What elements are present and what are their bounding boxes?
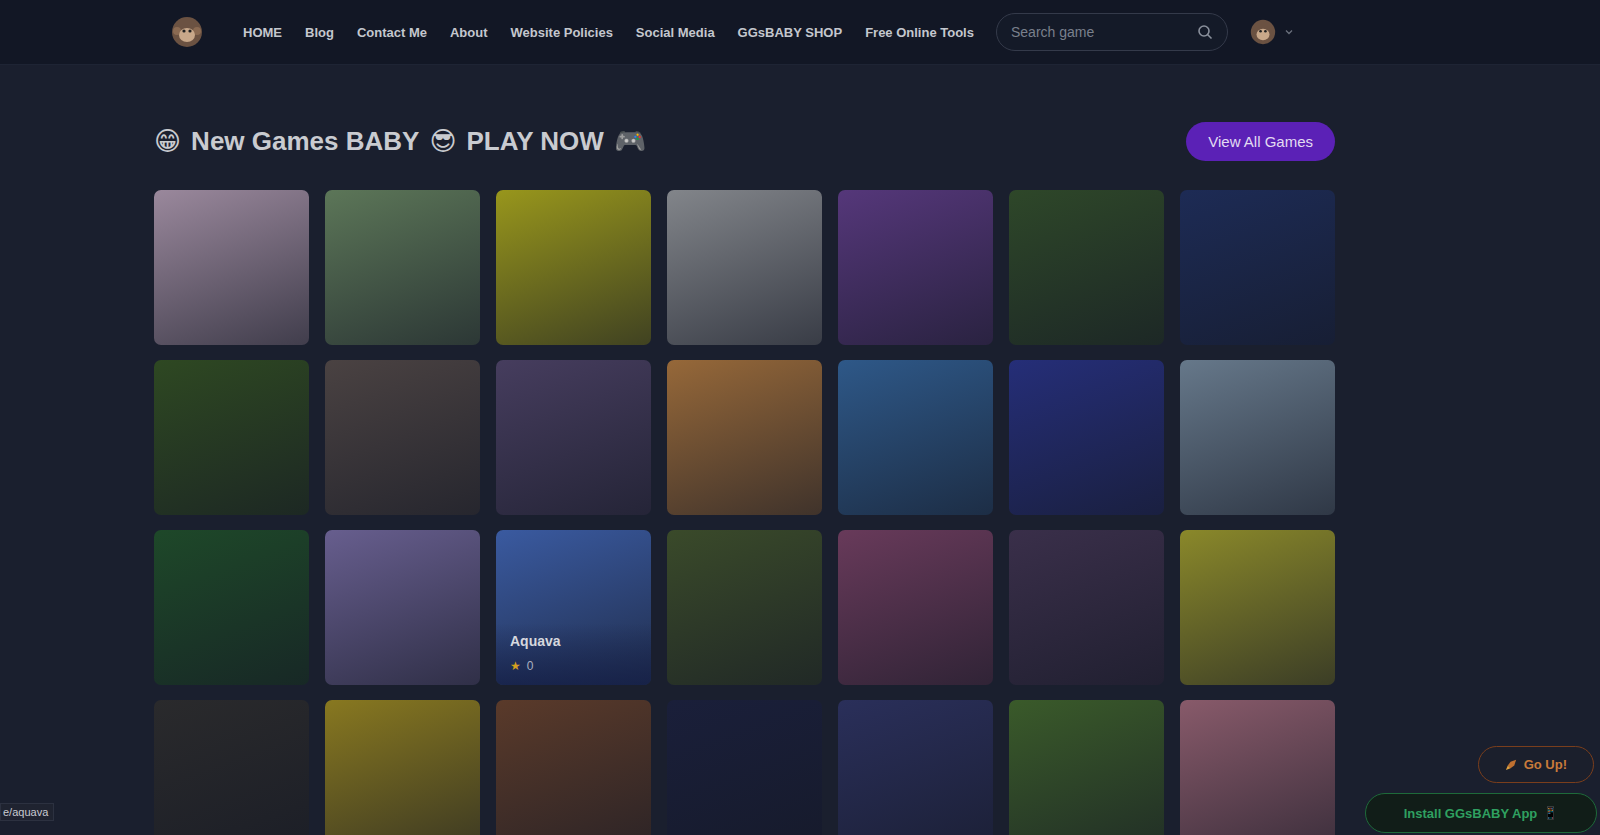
games-grid: Aquava ★0 — [154, 190, 1600, 835]
nav-item[interactable]: About — [450, 25, 488, 40]
title-part: 😎 — [429, 126, 456, 157]
game-tile[interactable] — [1009, 360, 1164, 515]
main-nav: HOME Blog Contact Me About Website Policies S… — [243, 25, 974, 40]
game-tile[interactable] — [1009, 700, 1164, 835]
view-all-button[interactable]: View All Games — [1186, 122, 1335, 161]
chevron-down-icon — [1284, 27, 1294, 37]
game-tile[interactable] — [1180, 700, 1335, 835]
nav-item[interactable]: Contact Me — [357, 25, 427, 40]
rocket-icon — [1505, 758, 1518, 771]
nav-item[interactable]: Social Media — [636, 25, 715, 40]
nav-item[interactable]: Website Policies — [511, 25, 613, 40]
game-tile[interactable]: Aquava ★0 — [496, 530, 651, 685]
page: HOME Blog Contact Me About Website Policies S… — [0, 0, 1600, 835]
game-tile[interactable] — [496, 360, 651, 515]
nav-item[interactable]: HOME — [243, 25, 282, 40]
game-title: Aquava — [510, 633, 637, 649]
nav-item[interactable]: GGsBABY SHOP — [738, 25, 843, 40]
title-part: 😁 — [154, 126, 181, 157]
game-tile[interactable] — [154, 360, 309, 515]
status-url: e/aquava — [0, 803, 54, 821]
search-icon[interactable] — [1197, 24, 1213, 40]
content: 😁 New Games BABY 😎 PLAY NOW 🎮 View All Games A… — [0, 65, 1600, 835]
game-tile[interactable] — [325, 530, 480, 685]
game-tile[interactable] — [838, 530, 993, 685]
game-tile[interactable] — [667, 530, 822, 685]
monkey-logo-icon[interactable] — [171, 16, 203, 48]
search-placeholder: Search game — [1011, 24, 1094, 40]
game-tile[interactable] — [154, 530, 309, 685]
title-part: 🎮 — [614, 126, 646, 157]
game-tile[interactable] — [1180, 190, 1335, 345]
search-field[interactable]: Search game — [996, 13, 1228, 51]
game-tile[interactable] — [325, 360, 480, 515]
header: HOME Blog Contact Me About Website Policies S… — [0, 0, 1600, 65]
game-tile[interactable] — [1180, 360, 1335, 515]
game-tile[interactable] — [1180, 530, 1335, 685]
tile-overlay: Aquava ★0 — [496, 623, 651, 685]
go-up-button[interactable]: Go Up! — [1478, 746, 1594, 783]
game-tile[interactable] — [1009, 530, 1164, 685]
game-tile[interactable] — [325, 190, 480, 345]
install-app-button[interactable]: Install GGsBABY App📱 — [1365, 793, 1597, 833]
game-tile[interactable] — [154, 190, 309, 345]
section-header: 😁 New Games BABY 😎 PLAY NOW 🎮 View All Games — [154, 120, 1335, 162]
nav-item[interactable]: Blog — [305, 25, 334, 40]
game-tile[interactable] — [838, 700, 993, 835]
account-menu[interactable] — [1250, 19, 1294, 45]
game-tile[interactable] — [154, 700, 309, 835]
title-part: New Games BABY — [191, 126, 419, 157]
game-tile[interactable] — [838, 360, 993, 515]
title-part: PLAY NOW — [467, 126, 604, 157]
game-tile[interactable] — [1009, 190, 1164, 345]
game-rating: ★0 — [510, 659, 637, 673]
nav-item[interactable]: Free Online Tools — [865, 25, 974, 40]
phone-icon: 📱 — [1543, 806, 1558, 820]
game-tile[interactable] — [838, 190, 993, 345]
game-tile[interactable] — [667, 360, 822, 515]
game-tile[interactable] — [496, 190, 651, 345]
game-tile[interactable] — [325, 700, 480, 835]
star-icon: ★ — [510, 659, 521, 673]
game-tile[interactable] — [496, 700, 651, 835]
avatar-icon — [1250, 19, 1276, 45]
game-tile[interactable] — [667, 190, 822, 345]
section-title: 😁 New Games BABY 😎 PLAY NOW 🎮 — [154, 126, 646, 157]
game-tile[interactable] — [667, 700, 822, 835]
